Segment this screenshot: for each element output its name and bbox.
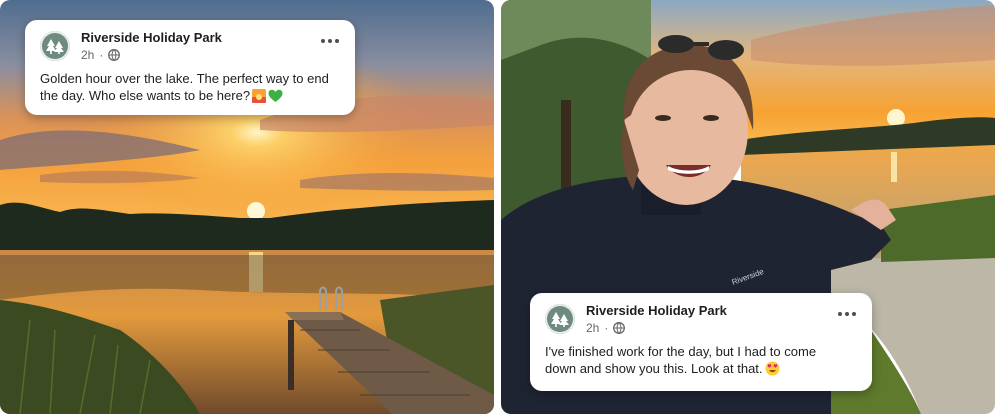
more-options-icon[interactable] <box>319 35 341 47</box>
post-text: Golden hour over the lake. The perfect w… <box>40 70 341 107</box>
post-header: Riverside Holiday Park 2h · <box>545 303 858 336</box>
meta-separator: · <box>604 320 609 335</box>
pine-trees-icon <box>46 39 64 54</box>
meta-separator: · <box>99 47 104 62</box>
green-heart-emoji <box>268 89 283 107</box>
post-time[interactable]: 2h <box>586 321 599 336</box>
more-options-icon[interactable] <box>836 308 858 320</box>
post-card-left: Riverside Holiday Park 2h · Golden hour … <box>25 20 355 115</box>
post-meta: 2h · <box>586 321 836 336</box>
post-text: I've finished work for the day, but I ha… <box>545 343 858 380</box>
pine-trees-icon <box>551 312 569 327</box>
post-meta: 2h · <box>81 48 319 63</box>
post-time[interactable]: 2h <box>81 48 94 63</box>
page-avatar[interactable] <box>545 304 575 334</box>
post-card-right: Riverside Holiday Park 2h · I've finishe… <box>530 293 872 391</box>
heart-eyes-emoji <box>765 361 780 380</box>
page-name[interactable]: Riverside Holiday Park <box>586 303 836 319</box>
page-avatar[interactable] <box>40 31 70 61</box>
globe-icon <box>108 49 121 61</box>
globe-icon <box>613 322 626 334</box>
post-body: Golden hour over the lake. The perfect w… <box>40 71 329 103</box>
post-header: Riverside Holiday Park 2h · <box>40 30 341 63</box>
sunset-emoji <box>252 89 267 107</box>
page-name[interactable]: Riverside Holiday Park <box>81 30 319 46</box>
